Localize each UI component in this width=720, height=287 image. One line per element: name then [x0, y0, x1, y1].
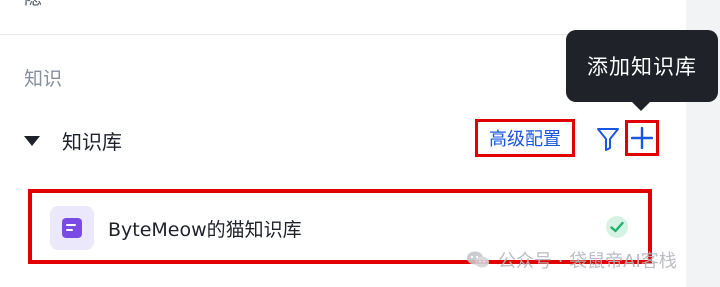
watermark-text: 公众号 · 袋鼠帝AI客栈: [498, 251, 677, 272]
watermark: 公众号 · 袋鼠帝AI客栈: [466, 247, 677, 273]
section-title: 知识: [24, 68, 63, 90]
collapse-caret-icon[interactable]: [24, 136, 40, 146]
plus-icon: [631, 127, 653, 149]
add-knowledge-base-button[interactable]: [625, 120, 659, 156]
add-tooltip-text: 添加知识库: [587, 55, 697, 79]
clipped-section-label: 隐 ˇ: [24, 0, 57, 10]
add-tooltip: 添加知识库: [566, 30, 718, 102]
advanced-config-button[interactable]: 高级配置: [475, 119, 575, 157]
filter-icon[interactable]: [596, 126, 620, 152]
advanced-config-label: 高级配置: [489, 129, 561, 150]
knowledge-base-icon: [50, 206, 94, 250]
knowledge-base-header[interactable]: 知识库: [24, 122, 122, 158]
knowledge-base-name: ByteMeow的猫知识库: [108, 219, 302, 241]
knowledge-base-label: 知识库: [62, 129, 122, 154]
enabled-check-icon: [606, 216, 628, 238]
knowledge-panel: 隐 ˇ 知识 知识库 高级配置 添加知识库 ByteMeow的猫知识库: [0, 0, 720, 287]
wechat-icon: [467, 251, 489, 268]
tooltip-arrow: [632, 102, 650, 111]
